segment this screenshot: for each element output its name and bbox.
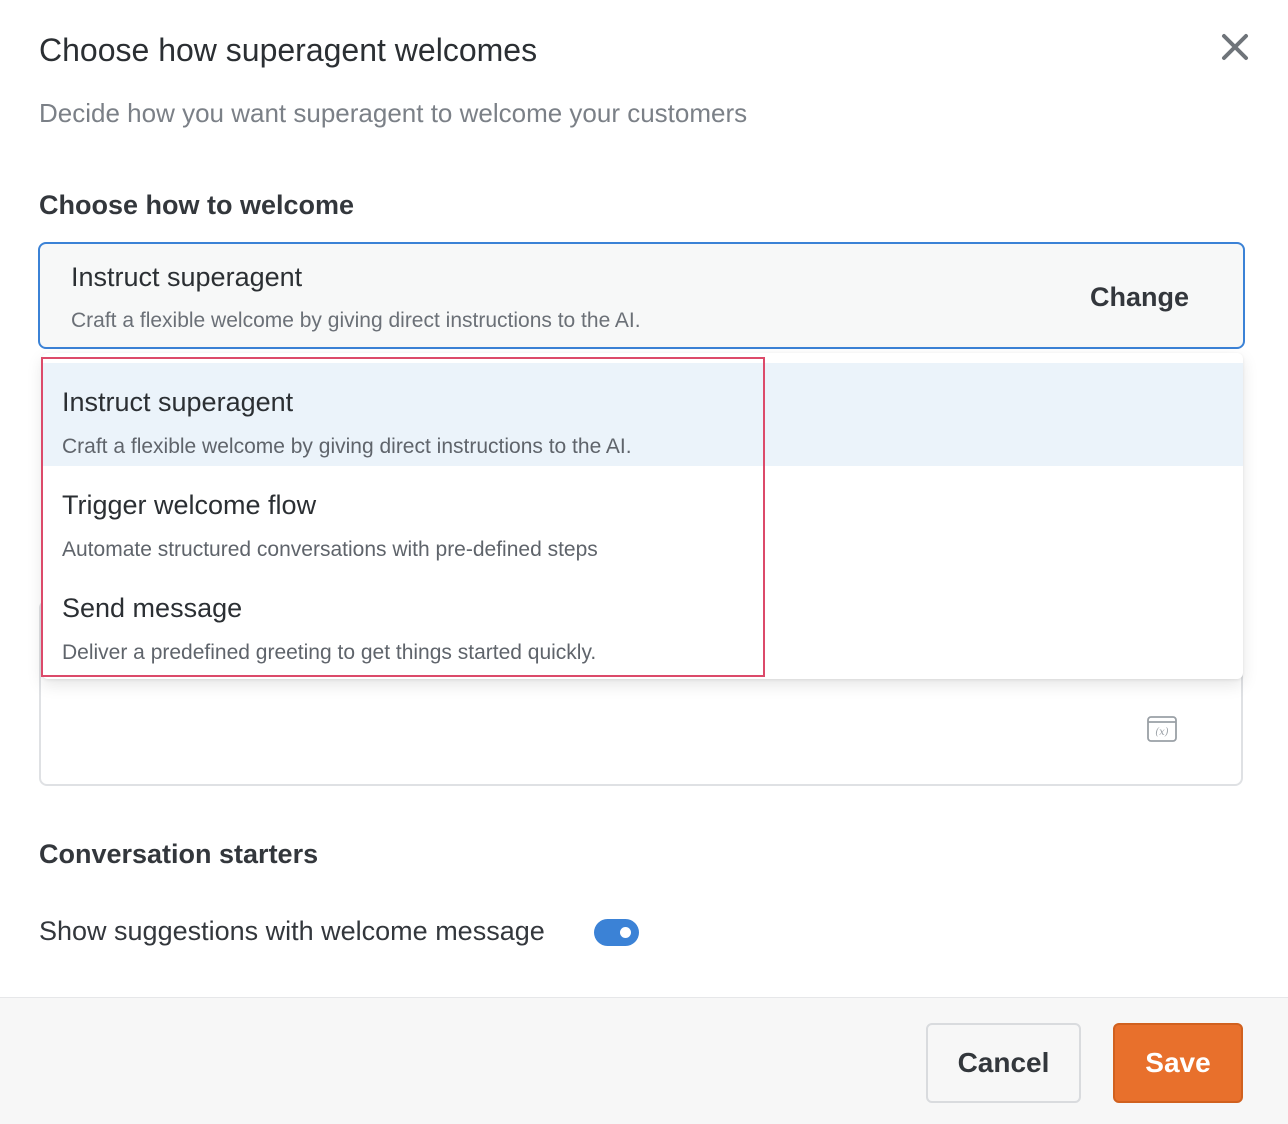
dropdown-option-instruct-superagent[interactable]: Instruct superagent Craft a flexible wel…: [42, 363, 1243, 466]
dropdown-option-send-message[interactable]: Send message Deliver a predefined greeti…: [42, 569, 1243, 672]
svg-text:(x): (x): [1155, 727, 1169, 738]
dropdown-option-trigger-welcome-flow[interactable]: Trigger welcome flow Automate structured…: [42, 466, 1243, 569]
cancel-button[interactable]: Cancel: [926, 1023, 1081, 1103]
suggestions-toggle-label: Show suggestions with welcome message: [39, 916, 545, 946]
dialog-subtitle: Decide how you want superagent to welcom…: [39, 98, 748, 128]
dialog-title: Choose how superagent welcomes: [39, 32, 538, 68]
close-icon: [1222, 34, 1248, 60]
save-button[interactable]: Save: [1113, 1023, 1243, 1103]
option-title: Send message: [62, 593, 243, 623]
selected-option-title: Instruct superagent: [71, 262, 303, 292]
option-title: Instruct superagent: [62, 387, 294, 417]
welcome-type-selector[interactable]: Instruct superagent Craft a flexible wel…: [38, 242, 1245, 349]
change-button[interactable]: Change: [1090, 280, 1189, 314]
option-description: Automate structured conversations with p…: [62, 538, 598, 561]
option-description: Deliver a predefined greeting to get thi…: [62, 641, 597, 664]
suggestions-toggle[interactable]: [594, 919, 639, 946]
starters-section-label: Conversation starters: [39, 839, 319, 869]
close-button[interactable]: [1212, 26, 1258, 68]
dialog-footer: [0, 997, 1288, 1124]
variable-icon[interactable]: (x): [1147, 716, 1177, 742]
selected-option-description: Craft a flexible welcome by giving direc…: [71, 309, 641, 332]
welcome-section-label: Choose how to welcome: [39, 190, 355, 220]
toggle-knob: [620, 927, 631, 938]
option-title: Trigger welcome flow: [62, 490, 317, 520]
welcome-dialog: Choose how superagent welcomes Decide ho…: [0, 0, 1288, 1124]
option-description: Craft a flexible welcome by giving direc…: [62, 435, 632, 458]
welcome-type-dropdown: Instruct superagent Craft a flexible wel…: [42, 353, 1243, 679]
